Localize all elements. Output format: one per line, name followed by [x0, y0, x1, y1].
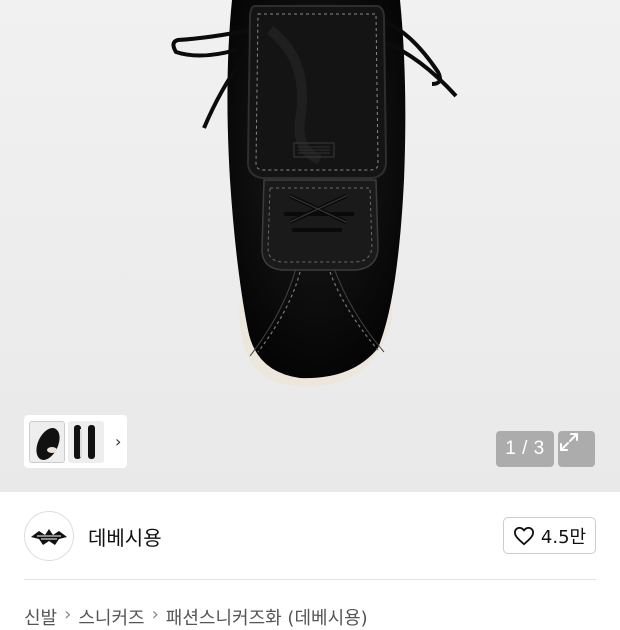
heart-outline-icon [513, 526, 534, 545]
thumbnail-2[interactable] [68, 420, 104, 463]
thumbnail-1[interactable] [29, 420, 65, 463]
expand-arrows-icon[interactable] [558, 431, 595, 467]
chevron-right-icon[interactable]: › [115, 432, 121, 451]
breadcrumb-separator: › [151, 604, 159, 625]
thumbnail-strip[interactable]: › [24, 415, 127, 468]
divider [24, 579, 596, 580]
breadcrumb: 신발 › 스니커즈 › 패션스니커즈화 (데베시용) [24, 604, 368, 630]
seller-row[interactable]: 데베시용 4.5만 [24, 510, 596, 562]
seller-name[interactable]: 데베시용 [88, 522, 162, 551]
product-image-gallery[interactable]: › 1 / 3 [0, 0, 620, 492]
breadcrumb-item-sneakers[interactable]: 스니커즈 [78, 604, 144, 630]
breadcrumb-item-fashion-sneakers[interactable]: 패션스니커즈화 (데베시용) [166, 604, 368, 630]
bird-logo-icon [31, 529, 67, 545]
like-button[interactable]: 4.5만 [503, 517, 596, 554]
breadcrumb-item-shoes[interactable]: 신발 [24, 604, 57, 630]
breadcrumb-separator: › [64, 604, 72, 625]
like-count: 4.5만 [540, 526, 587, 548]
image-counter: 1 / 3 [496, 431, 554, 467]
avatar[interactable] [24, 511, 74, 561]
